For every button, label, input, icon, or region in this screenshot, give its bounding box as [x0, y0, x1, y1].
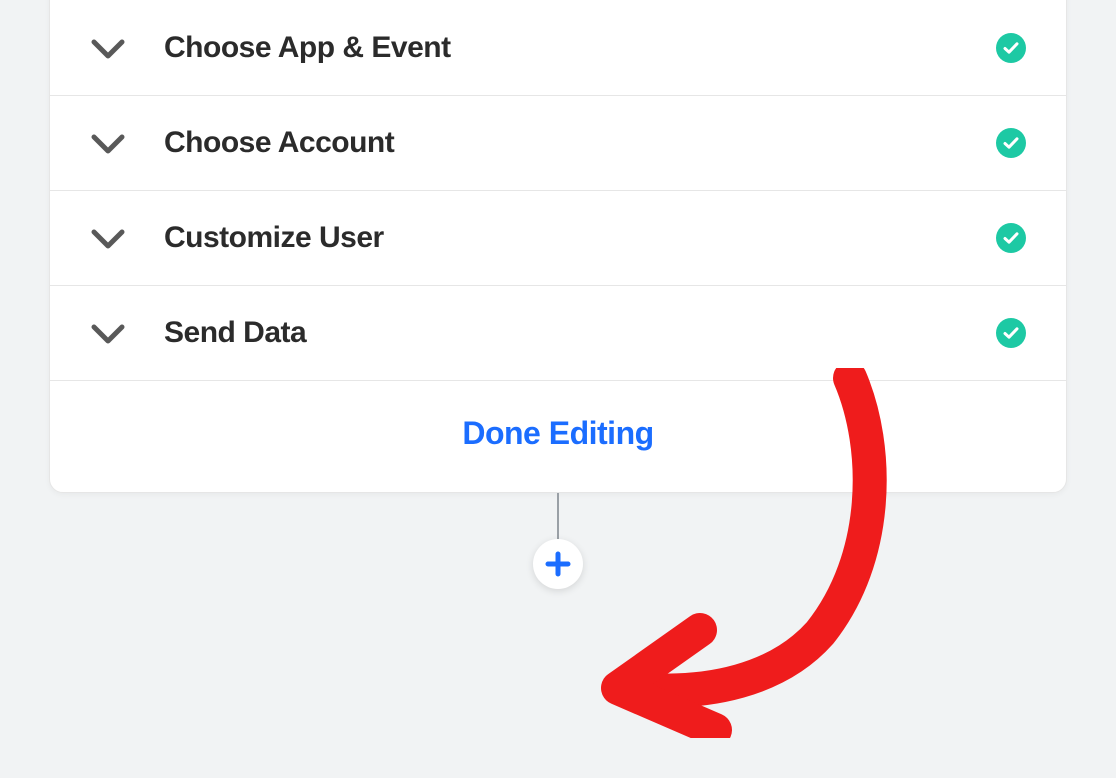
step-connector — [49, 493, 1067, 589]
connector-line — [557, 493, 559, 541]
status-complete-icon — [996, 223, 1026, 253]
step-label: Choose Account — [164, 126, 996, 160]
step-row-customize-user[interactable]: Customize User — [50, 191, 1066, 286]
plus-icon — [545, 551, 571, 577]
status-complete-icon — [996, 128, 1026, 158]
status-complete-icon — [996, 33, 1026, 63]
chevron-down-icon — [90, 226, 126, 250]
step-row-choose-app-event[interactable]: Choose App & Event — [50, 0, 1066, 96]
step-row-send-data[interactable]: Send Data — [50, 286, 1066, 381]
step-row-choose-account[interactable]: Choose Account — [50, 96, 1066, 191]
done-editing-link[interactable]: Done Editing — [462, 415, 653, 452]
card-footer: Done Editing — [50, 381, 1066, 492]
step-label: Send Data — [164, 316, 996, 350]
add-step-button[interactable] — [533, 539, 583, 589]
chevron-down-icon — [90, 131, 126, 155]
action-step-card: Choose App & Event Choose Account Custom… — [49, 0, 1067, 493]
chevron-down-icon — [90, 36, 126, 60]
chevron-down-icon — [90, 321, 126, 345]
step-label: Customize User — [164, 221, 996, 255]
status-complete-icon — [996, 318, 1026, 348]
step-label: Choose App & Event — [164, 31, 996, 65]
